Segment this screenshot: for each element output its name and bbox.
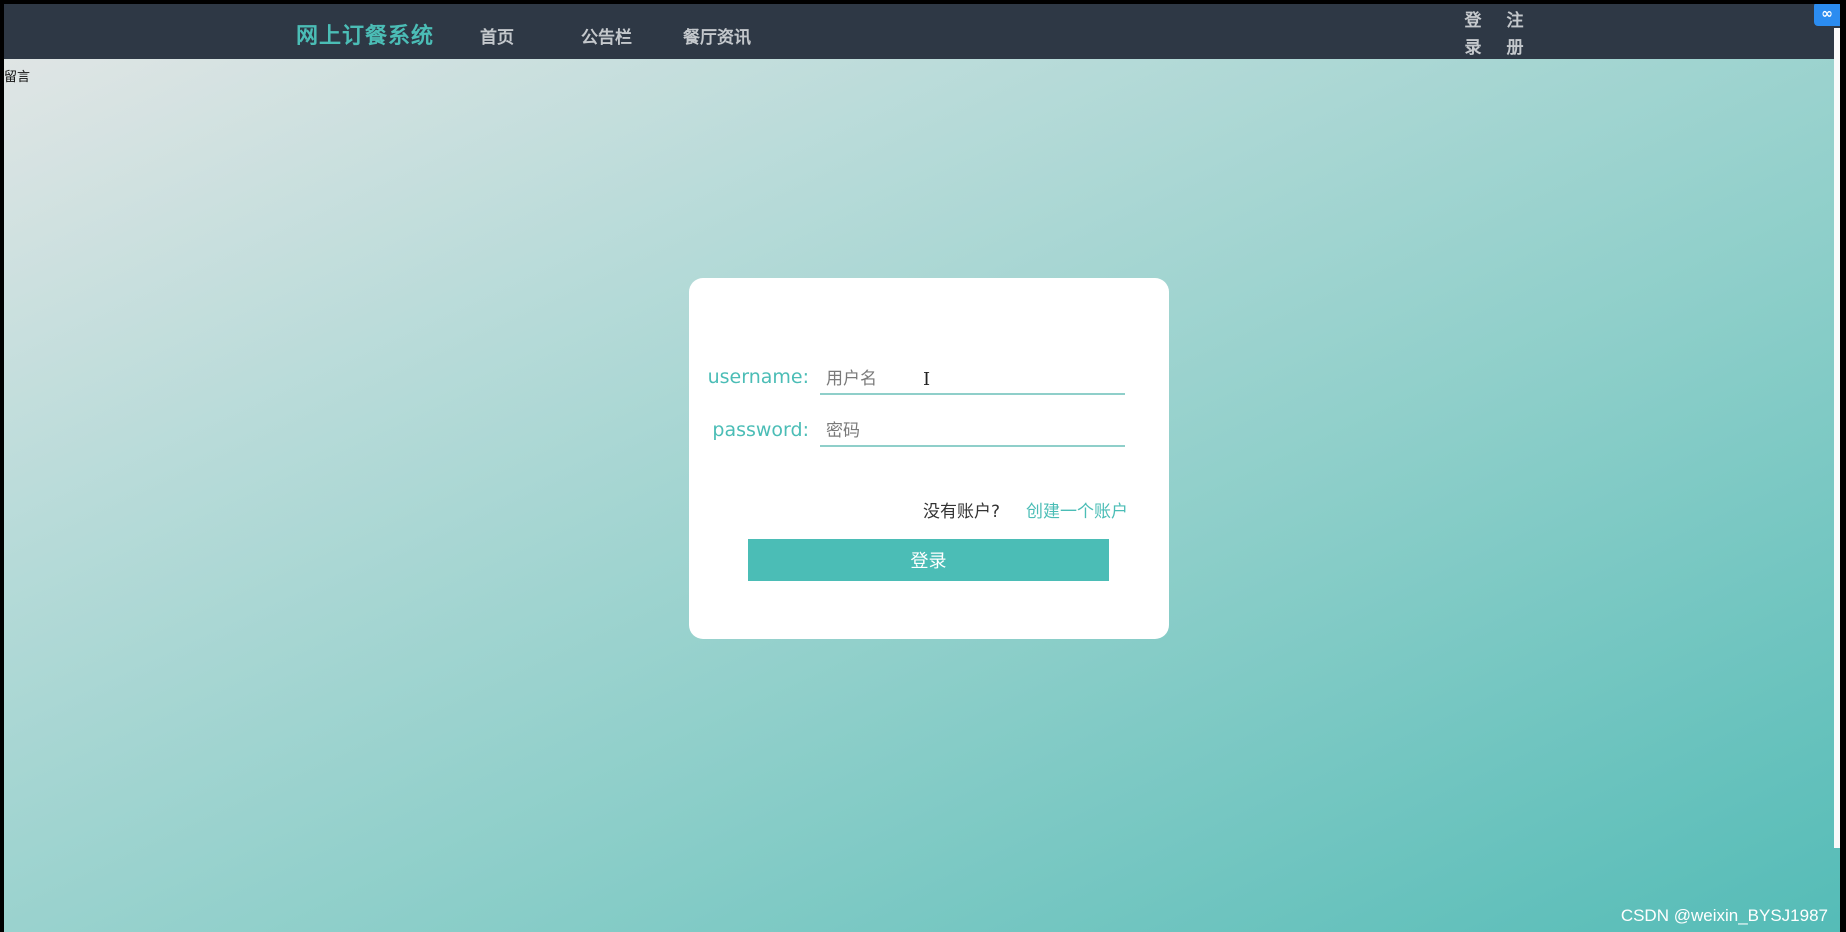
password-input[interactable] [820, 417, 1125, 447]
vertical-scrollbar[interactable] [1834, 28, 1840, 848]
nav-link-news[interactable]: 餐厅资讯 [683, 23, 751, 48]
link-icon[interactable]: ∞ [1814, 4, 1840, 26]
watermark-text: CSDN @weixin_BYSJ1987 [1620, 906, 1828, 925]
no-account-text: 没有账户? [923, 502, 1001, 522]
username-label: username: [707, 366, 809, 388]
top-navbar: 网上订餐系统 首页 公告栏 餐厅资讯 登录 注册 [4, 4, 1840, 59]
login-button[interactable]: 登录 [748, 539, 1109, 581]
nav-register-link[interactable]: 注册 [1504, 8, 1526, 62]
browser-viewport: 网上订餐系统 首页 公告栏 餐厅资讯 登录 注册 留言 ∞ username: … [4, 4, 1840, 932]
text-cursor-icon: I [923, 369, 931, 390]
message-link[interactable]: 留言 [4, 66, 30, 85]
create-account-link[interactable]: 创建一个账户 [1026, 497, 1128, 522]
nav-link-home[interactable]: 首页 [480, 23, 514, 48]
password-label: password: [712, 419, 809, 441]
nav-login-link[interactable]: 登录 [1462, 8, 1484, 62]
site-brand[interactable]: 网上订餐系统 [296, 18, 434, 50]
nav-link-notice[interactable]: 公告栏 [581, 23, 632, 48]
username-input[interactable] [820, 365, 1125, 395]
login-card: username: I password: 没有账户? 创建一个账户 登录 [689, 278, 1169, 639]
